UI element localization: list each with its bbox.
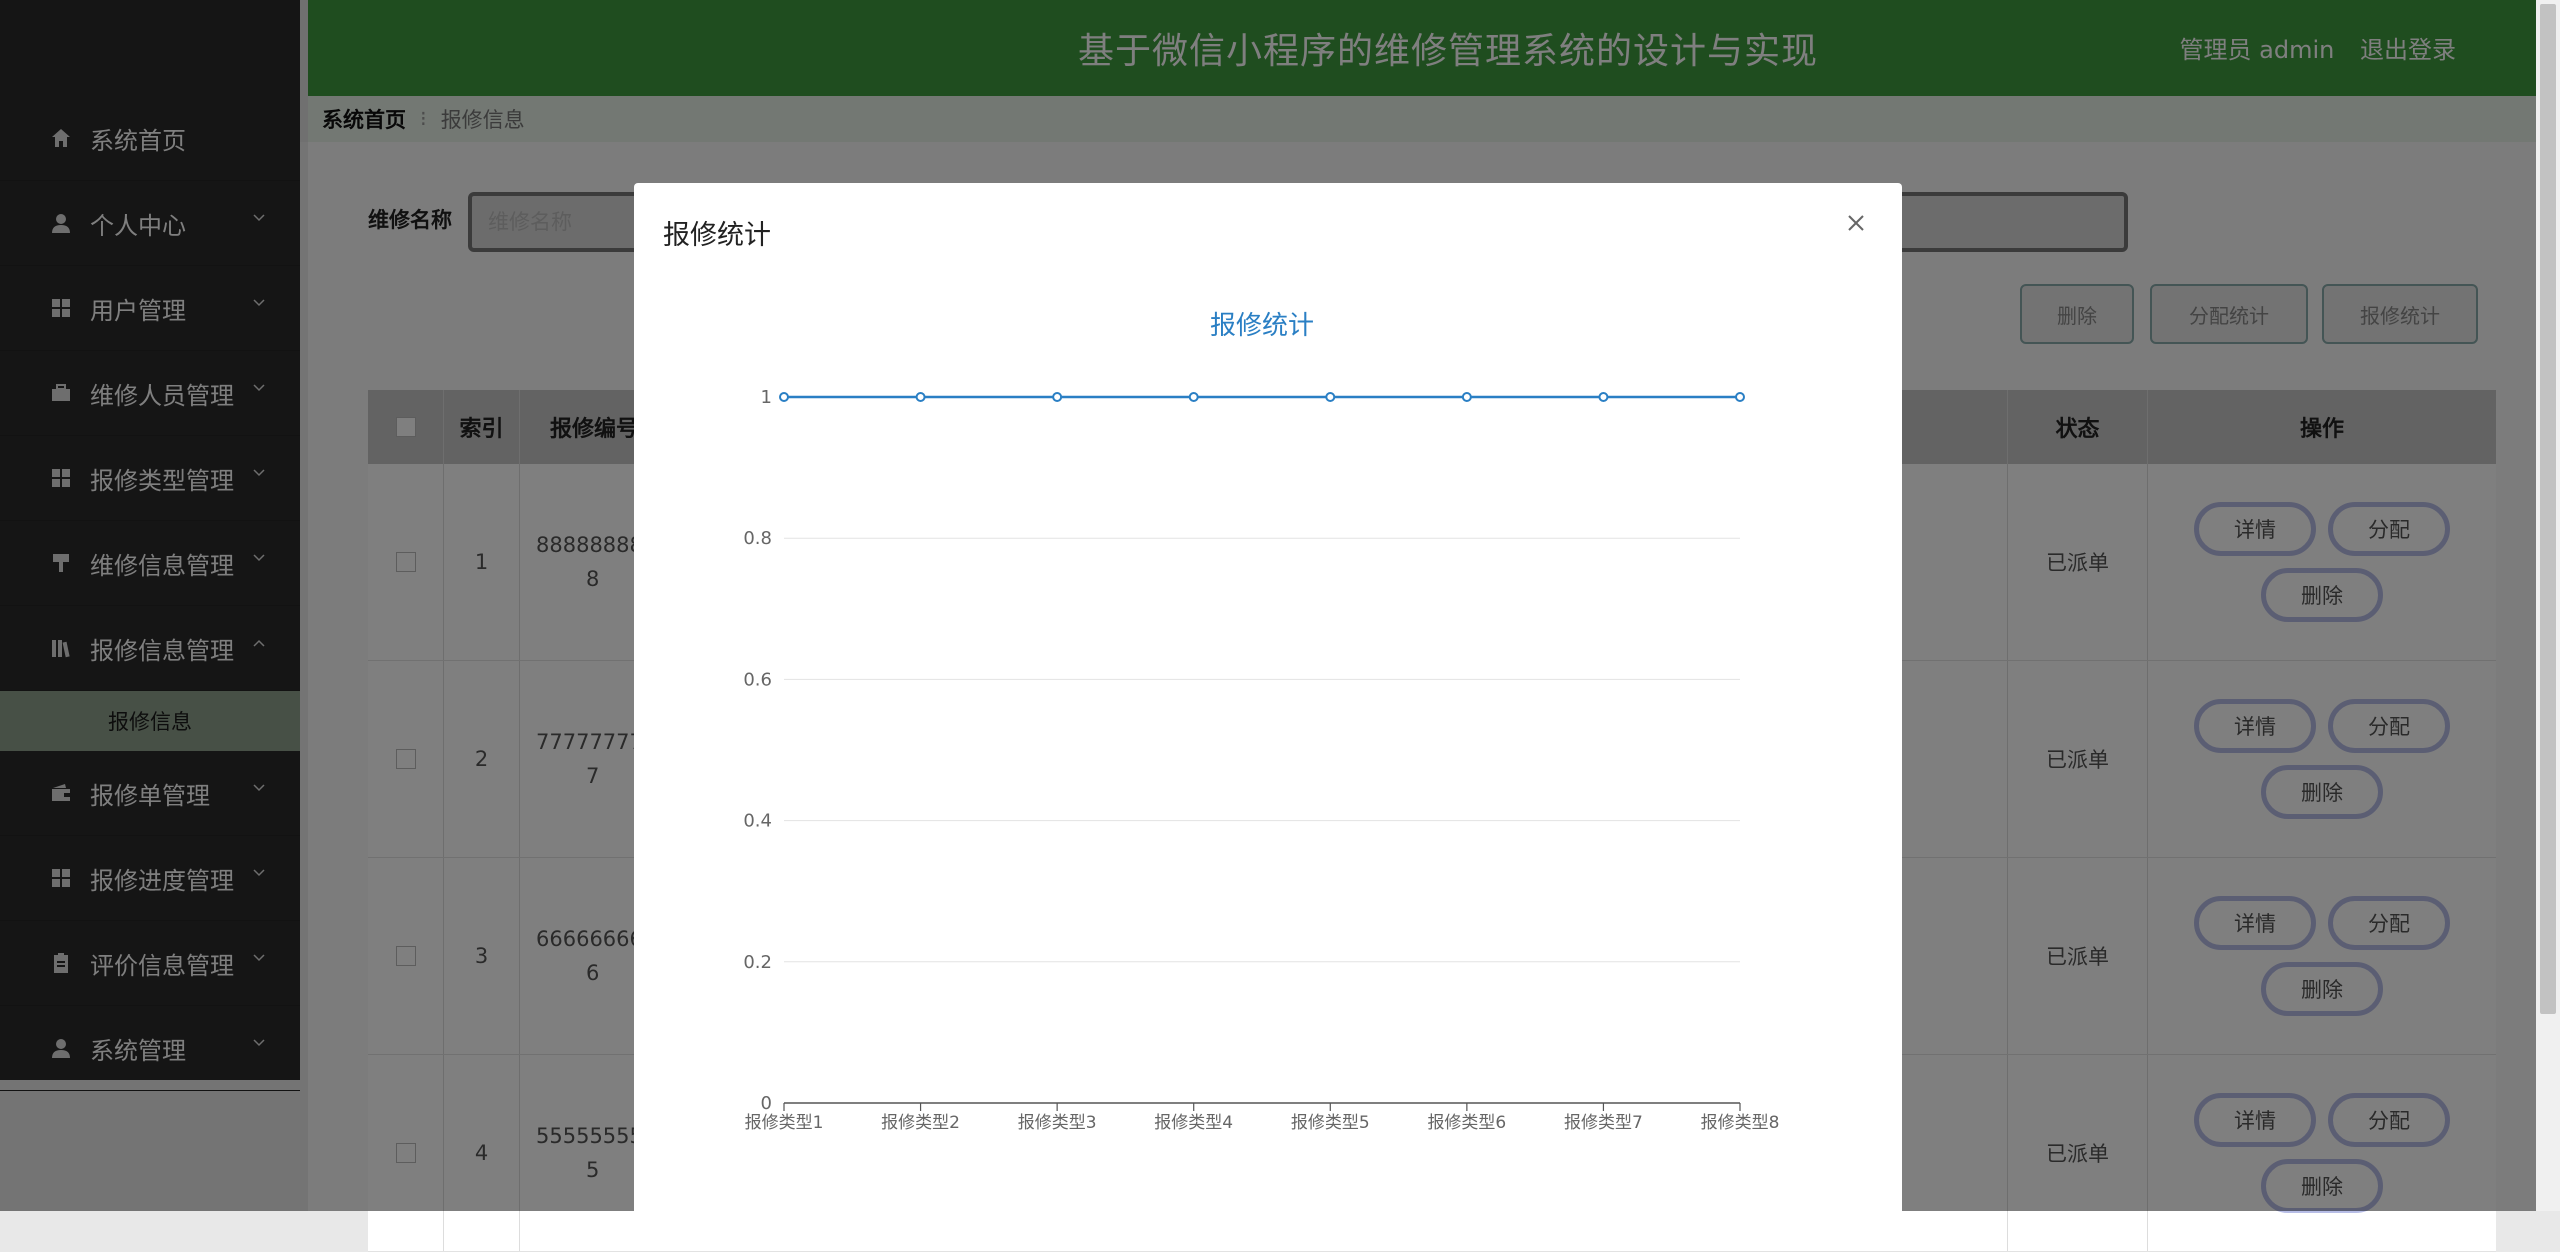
x-tick-label: 报修类型1 (745, 1113, 824, 1133)
data-point[interactable] (779, 392, 789, 402)
x-tick-label: 报修类型6 (1427, 1113, 1506, 1133)
data-point[interactable] (1461, 392, 1472, 402)
data-point[interactable] (1052, 392, 1063, 402)
chart-title: 报修统计 (1210, 311, 1314, 341)
stats-dialog: 报修统计 报修统计 0 0.2 0.4 0.6 0.8 1 报修类型1 报修类型2 报修类型3 报修… (634, 183, 1902, 1211)
x-tick-label: 报修类型2 (881, 1113, 960, 1133)
x-tick-label: 报修类型5 (1291, 1113, 1370, 1133)
line-chart: 报修统计 0 0.2 0.4 0.6 0.8 1 报修类型1 报修类型2 报修类型3 报修类型4 报修… (743, 311, 1780, 1133)
y-tick-label: 0.6 (743, 669, 772, 690)
dialog-title: 报修统计 (663, 220, 771, 251)
x-tick-label: 报修类型4 (1154, 1113, 1233, 1133)
data-point[interactable] (1188, 392, 1199, 402)
data-point[interactable] (915, 392, 926, 402)
x-tick-label: 报修类型8 (1701, 1113, 1780, 1133)
x-tick-label: 报修类型3 (1018, 1113, 1097, 1133)
y-tick-label: 0.2 (743, 952, 772, 973)
y-tick-label: 0.8 (743, 528, 772, 549)
scrollbar-thumb[interactable] (2540, 4, 2556, 1014)
data-point[interactable] (1325, 392, 1336, 402)
data-point[interactable] (1735, 392, 1745, 402)
page-scrollbar[interactable] (2536, 0, 2560, 1211)
y-tick-label: 0.4 (743, 811, 772, 832)
y-tick-label: 0 (761, 1093, 772, 1114)
y-tick-label: 1 (761, 387, 772, 408)
close-icon[interactable] (1844, 211, 1868, 235)
data-point[interactable] (1598, 392, 1609, 402)
x-tick-label: 报修类型7 (1564, 1113, 1643, 1133)
